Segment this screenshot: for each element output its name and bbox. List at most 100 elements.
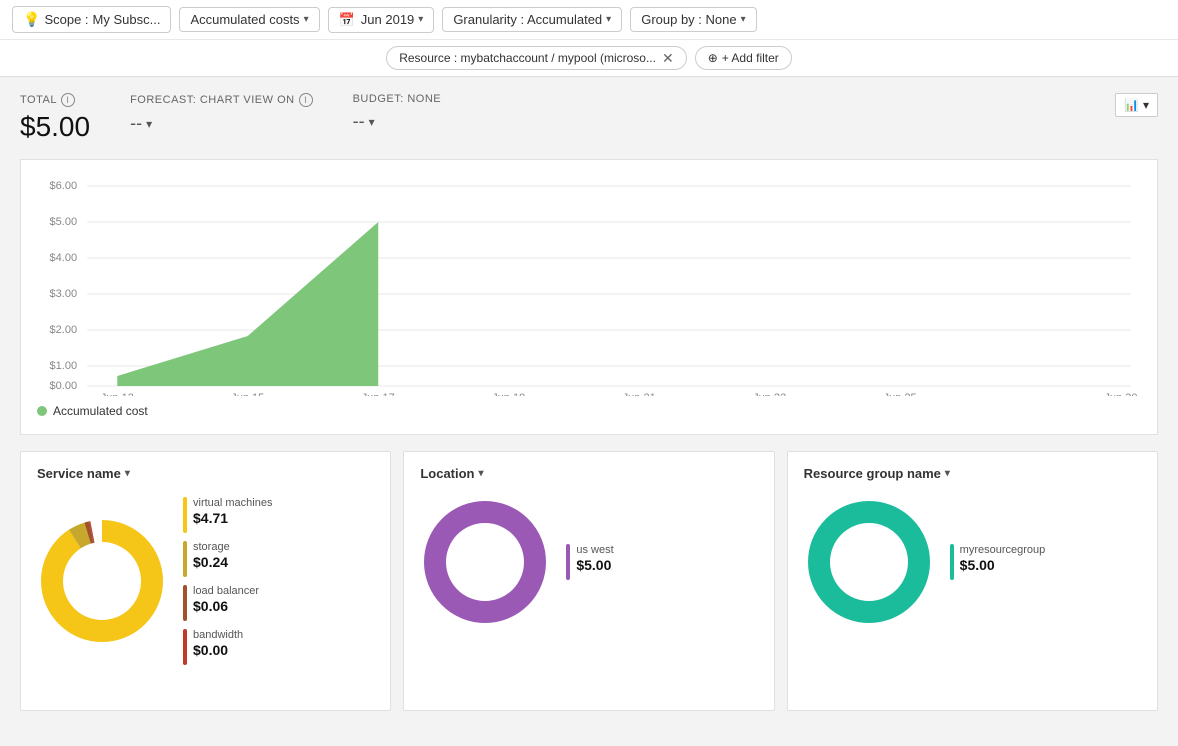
resource-label: Resource : mybatchaccount / mypool (micr… (399, 51, 656, 65)
item-value: $0.06 (193, 598, 259, 614)
main-content: TOTAL i $5.00 FORECAST: CHART VIEW ON i … (0, 77, 1178, 727)
add-filter-label: + Add filter (722, 51, 779, 65)
legend-dot (37, 406, 47, 416)
resource-group-header[interactable]: Resource group name ▾ (804, 466, 1141, 481)
info-icon[interactable]: i (61, 93, 75, 107)
chevron-down-icon: ▾ (606, 14, 611, 25)
color-bar (183, 629, 187, 665)
chevron-down-icon: ▾ (418, 14, 423, 25)
legend-item: bandwidth $0.00 (183, 629, 272, 665)
add-filter-button[interactable]: ⊕ + Add filter (695, 46, 792, 70)
filter-row-1: 💡 Scope : My Subsc... Accumulated costs … (0, 0, 1178, 40)
chart-svg: $6.00 $5.00 $4.00 $3.00 $2.00 $1.00 $0.0… (37, 176, 1141, 396)
accumulated-label: Accumulated costs (190, 12, 299, 27)
granularity-label: Granularity : Accumulated (453, 12, 602, 27)
chevron-down-icon: ▾ (479, 468, 484, 479)
top-bar: 💡 Scope : My Subsc... Accumulated costs … (0, 0, 1178, 77)
groupby-filter[interactable]: Group by : None ▾ (630, 7, 756, 32)
legend-item: us west $5.00 (566, 544, 613, 580)
location-legend: us west $5.00 (566, 544, 613, 580)
forecast-label: FORECAST: CHART VIEW ON (130, 94, 295, 106)
location-header[interactable]: Location ▾ (420, 466, 757, 481)
chevron-down-icon: ▾ (741, 14, 746, 25)
svg-text:Jun 17: Jun 17 (362, 392, 395, 396)
scope-icon: 💡 (23, 11, 40, 28)
svg-text:Jun 15: Jun 15 (231, 392, 264, 396)
date-label: Jun 2019 (361, 12, 415, 27)
svg-text:$3.00: $3.00 (50, 288, 78, 300)
granularity-filter[interactable]: Granularity : Accumulated ▾ (442, 7, 622, 32)
svg-text:$0.00: $0.00 (50, 380, 78, 392)
scope-value: My Subsc... (93, 12, 161, 27)
service-name-header[interactable]: Service name ▾ (37, 466, 374, 481)
svg-text:$6.00: $6.00 (50, 180, 78, 192)
resource-group-card: Resource group name ▾ myresourcegroup (787, 451, 1158, 711)
export-chart-button[interactable]: 📊 ▾ (1115, 93, 1158, 117)
location-card: Location ▾ us west $5.00 (403, 451, 774, 711)
service-name-card: Service name ▾ (20, 451, 391, 711)
legend-label: Accumulated cost (53, 404, 148, 418)
groupby-label: Group by : None (641, 12, 736, 27)
scope-filter[interactable]: 💡 Scope : My Subsc... (12, 6, 171, 33)
legend-item: storage $0.24 (183, 541, 272, 577)
legend-item: myresourcegroup $5.00 (950, 544, 1046, 580)
resource-group-label: Resource group name (804, 466, 941, 481)
color-bar (950, 544, 954, 580)
service-name-legend: virtual machines $4.71 storage $0.24 (183, 497, 272, 665)
resource-filter[interactable]: Resource : mybatchaccount / mypool (micr… (386, 46, 687, 70)
svg-text:Jun 23: Jun 23 (753, 392, 786, 396)
legend-item: load balancer $0.06 (183, 585, 272, 621)
info-icon[interactable]: i (299, 93, 313, 107)
close-icon[interactable]: ✕ (662, 51, 674, 65)
chevron-down-icon: ▾ (945, 468, 950, 479)
resource-group-donut (804, 497, 934, 627)
forecast-value: -- (130, 113, 142, 134)
item-value: $5.00 (960, 557, 1046, 573)
color-bar (183, 541, 187, 577)
location-label: Location (420, 466, 474, 481)
resource-group-legend: myresourcegroup $5.00 (950, 544, 1046, 580)
item-label: myresourcegroup (960, 544, 1046, 556)
chevron-down-icon[interactable]: ▾ (369, 115, 375, 129)
accumulated-costs-filter[interactable]: Accumulated costs ▾ (179, 7, 319, 32)
date-filter[interactable]: 📅 Jun 2019 ▾ (328, 7, 435, 33)
item-label: us west (576, 544, 613, 556)
item-value: $5.00 (576, 557, 613, 573)
service-name-donut (37, 516, 167, 646)
service-name-label: Service name (37, 466, 121, 481)
chevron-down-icon: ▾ (304, 14, 309, 25)
filter-row-2: Resource : mybatchaccount / mypool (micr… (0, 40, 1178, 76)
service-name-body: virtual machines $4.71 storage $0.24 (37, 497, 374, 665)
location-donut (420, 497, 550, 627)
color-bar (566, 544, 570, 580)
item-value: $0.00 (193, 642, 243, 658)
svg-text:Jun 30: Jun 30 (1104, 392, 1137, 396)
svg-text:Jun 25: Jun 25 (884, 392, 917, 396)
scope-label: Scope : (44, 12, 88, 27)
cost-area (117, 222, 378, 386)
chart-area: $6.00 $5.00 $4.00 $3.00 $2.00 $1.00 $0.0… (37, 176, 1141, 396)
calendar-icon: 📅 (339, 12, 355, 28)
svg-text:Jun 21: Jun 21 (623, 392, 656, 396)
svg-text:$5.00: $5.00 (50, 216, 78, 228)
color-bar (183, 585, 187, 621)
chart-icon: 📊 (1124, 98, 1139, 112)
budget-label: BUDGET: NONE (353, 93, 442, 105)
total-value: $5.00 (20, 111, 90, 143)
svg-text:$2.00: $2.00 (50, 324, 78, 336)
svg-text:Jun 13: Jun 13 (101, 392, 134, 396)
item-label: load balancer (193, 585, 259, 597)
total-label: TOTAL (20, 94, 57, 106)
svg-text:$1.00: $1.00 (50, 360, 78, 372)
location-body: us west $5.00 (420, 497, 757, 627)
item-value: $0.24 (193, 554, 230, 570)
resource-group-body: myresourcegroup $5.00 (804, 497, 1141, 627)
stats-row: TOTAL i $5.00 FORECAST: CHART VIEW ON i … (20, 93, 1158, 143)
item-label: virtual machines (193, 497, 272, 509)
item-label: bandwidth (193, 629, 243, 641)
budget-stat: BUDGET: NONE -- ▾ (353, 93, 442, 132)
legend-item: virtual machines $4.71 (183, 497, 272, 533)
item-label: storage (193, 541, 230, 553)
chevron-down-icon[interactable]: ▾ (146, 117, 152, 131)
color-bar (183, 497, 187, 533)
